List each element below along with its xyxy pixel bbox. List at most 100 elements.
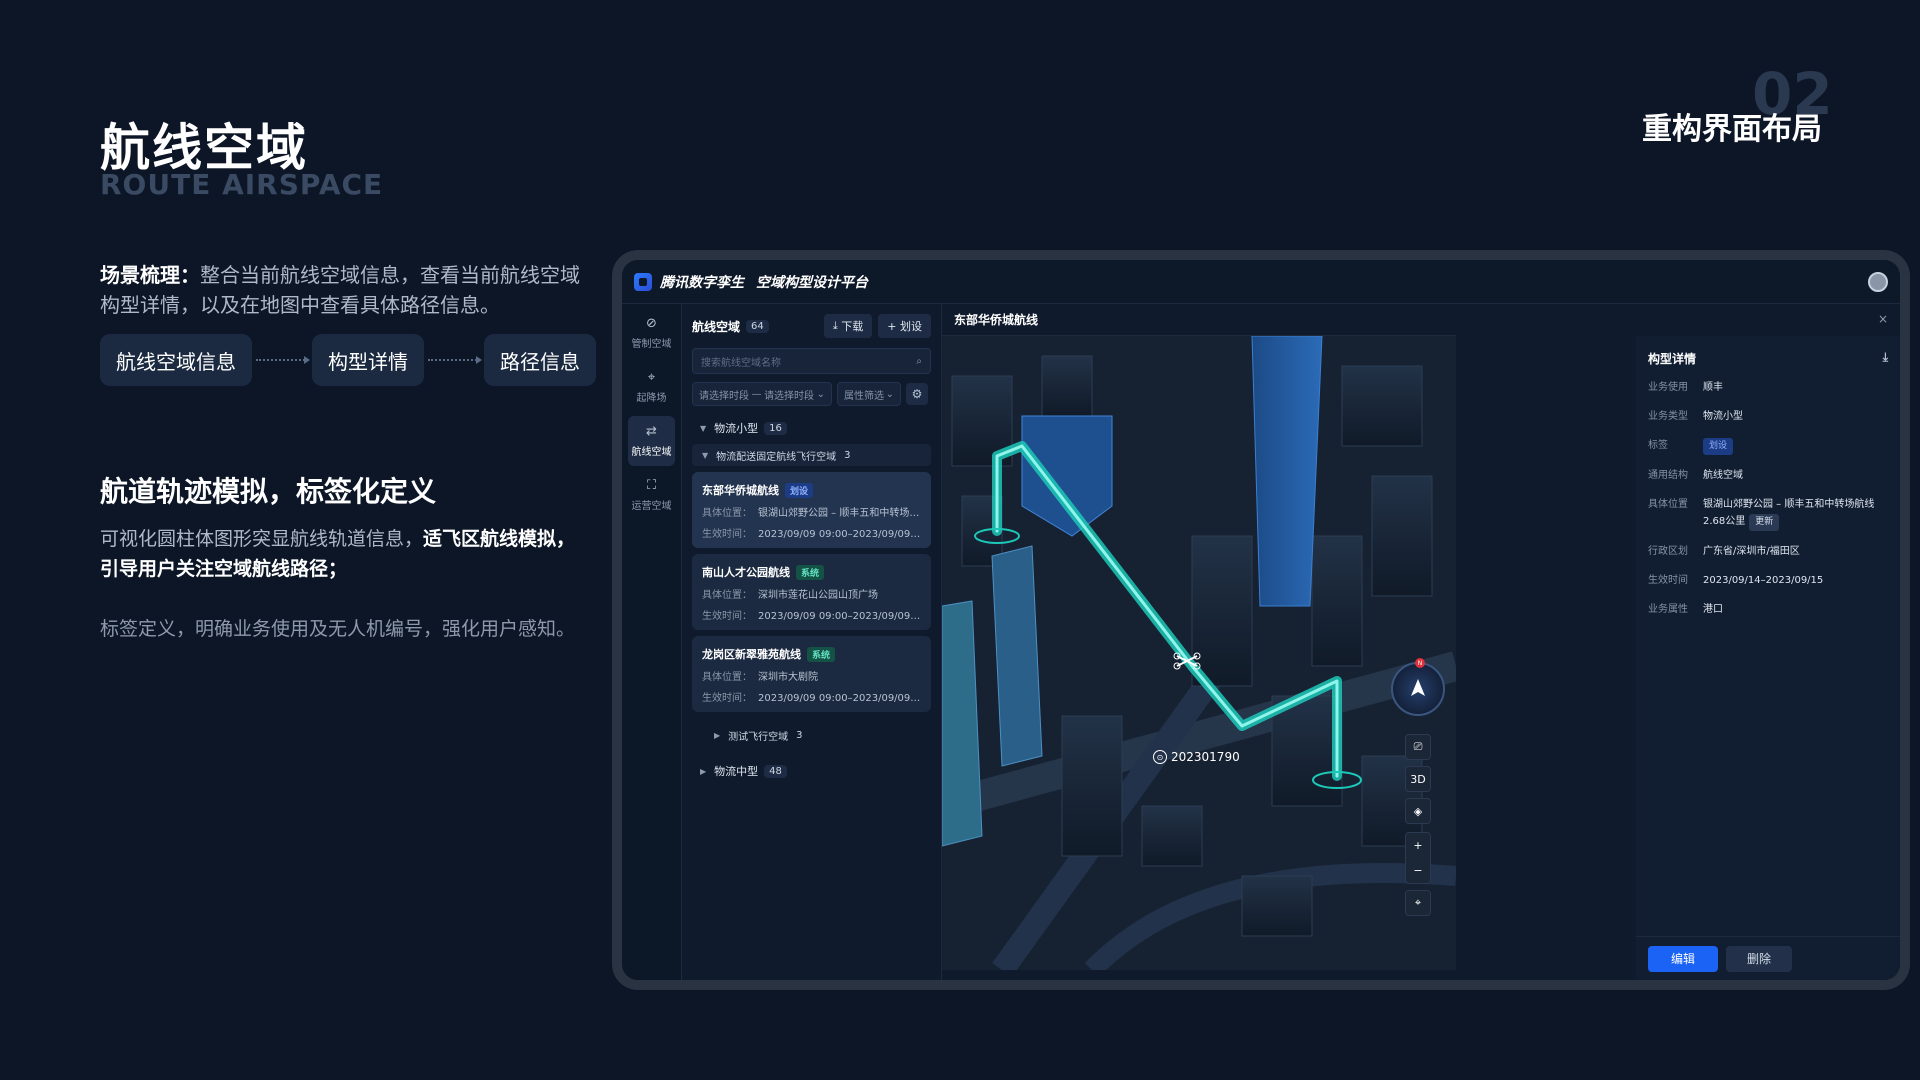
detail-key: 标签 — [1648, 440, 1668, 451]
route-list-panel: 航线空域 64 ⤓ 下载 + 划设 搜索航线空域名称 ⌕ 请选择时段 — 请选择… — [682, 304, 942, 980]
no-entry-icon: ⊘ — [646, 316, 657, 331]
step-config-detail: 构型详情 — [312, 334, 424, 386]
detail-tag: 划设 — [1703, 438, 1734, 455]
caret-right-icon: ▶ — [714, 731, 721, 740]
detail-key: 行政区划 — [1648, 546, 1688, 557]
avatar[interactable] — [1868, 272, 1888, 292]
nav-operation-airspace[interactable]: ⛶ 运营空域 — [628, 470, 675, 520]
mouse-mode-icon[interactable]: ⎚ — [1405, 734, 1431, 760]
detail-key: 业务属性 — [1648, 604, 1688, 615]
flow-steps: 航线空域信息 构型详情 路径信息 — [100, 334, 596, 386]
section2-title: 航道轨迹模拟，标签化定义 — [100, 475, 437, 508]
route-card[interactable]: 龙岗区新翠雅苑航线 系统 具体位置： 深圳市大剧院 生效时间： 2023/09/09 … — [692, 636, 931, 712]
delete-button[interactable]: 删除 — [1726, 945, 1792, 972]
group-label: 物流小型 — [714, 422, 759, 435]
subgroup-count: 3 — [796, 730, 803, 741]
subgroup-count: 3 — [844, 449, 851, 461]
group-count: 16 — [764, 421, 787, 435]
zoom-out-button[interactable]: − — [1413, 864, 1422, 877]
card-time: 2023/09/09 09:00–2023/09/09 19:00 — [758, 693, 921, 704]
time-range-select[interactable]: 请选择时段 — 请选择时段 ⌄ — [692, 382, 832, 406]
update-button[interactable]: 更新 — [1749, 514, 1780, 531]
caret-right-icon: ▶ — [700, 766, 707, 776]
detail-row: 行政区划 广东省/深圳市/福田区 — [1648, 543, 1888, 560]
detail-key: 具体位置 — [1648, 499, 1688, 510]
edit-button[interactable]: 编辑 — [1648, 945, 1718, 972]
layers-icon[interactable]: ◈ — [1405, 798, 1431, 824]
detail-value: 物流小型 — [1703, 411, 1743, 422]
download-icon: ⤓ — [832, 319, 842, 332]
nav-takeoff-site[interactable]: ⌖ 起降场 — [628, 362, 675, 412]
nav-route-airspace[interactable]: ⇄ 航线空域 — [628, 416, 675, 466]
card-loc-key: 具体位置： — [702, 672, 752, 683]
device-frame: 腾讯数字孪生 空域构型设计平台 ⊘ 管制空域 ⌖ 起降场 ⇄ 航线空域 ⛶ 运营空域 航… — [612, 250, 1910, 990]
detail-key: 业务使用 — [1648, 382, 1688, 393]
compass-icon[interactable]: N — [1391, 658, 1445, 716]
subgroup-label: 测试飞行空域 — [728, 732, 789, 743]
page-subtitle: ROUTE AIRSPACE — [100, 168, 384, 201]
zoom-in-button[interactable]: + — [1413, 839, 1422, 852]
tree-subgroup-test[interactable]: ▶ 测试飞行空域 3 — [692, 728, 931, 743]
route-card[interactable]: 南山人才公园航线 系统 具体位置： 深圳市莲花山公园山顶广场 生效时间： 2023/0… — [692, 554, 931, 630]
close-icon[interactable]: × — [1878, 312, 1888, 326]
attr-filter-label: 属性筛选 — [844, 390, 884, 402]
nav-controlled-airspace[interactable]: ⊘ 管制空域 — [628, 308, 675, 358]
plan-button[interactable]: + 划设 — [878, 314, 931, 338]
detail-key: 生效时间 — [1648, 575, 1688, 586]
city-3d-scene — [942, 335, 1456, 978]
nav-label: 运营空域 — [631, 501, 672, 512]
tree-group-medium[interactable]: ▶ 物流中型 48 — [692, 761, 931, 781]
target-icon: ⌖ — [647, 370, 656, 385]
caret-down-icon: ▼ — [700, 423, 707, 433]
download-icon[interactable]: ⤓ — [1883, 350, 1888, 367]
list-count-badge: 64 — [746, 319, 769, 333]
map-canvas[interactable]: ⊙ 202301790 N ⎚ 3D ◈ + − ⌖ — [942, 335, 1456, 980]
drone-id-label[interactable]: ⊙ 202301790 — [1153, 750, 1240, 764]
drone-badge-icon: ⊙ — [1153, 750, 1167, 764]
download-label: 下载 — [841, 320, 864, 333]
zoom-control: + − — [1405, 832, 1431, 884]
chevron-down-icon: ⌄ — [885, 388, 894, 400]
download-button[interactable]: ⤓ 下载 — [823, 314, 873, 338]
locate-icon[interactable]: ⌖ — [1405, 890, 1431, 916]
platform-name: 空域构型设计平台 — [756, 274, 868, 291]
detail-row: 通用结构 航线空域 — [1648, 467, 1888, 484]
detail-title: 构型详情 — [1648, 352, 1697, 366]
app-topbar: 腾讯数字孪生 空域构型设计平台 — [622, 260, 1900, 304]
card-title: 东部华侨城航线 — [702, 484, 779, 497]
detail-body: 构型详情 ⤓ 业务使用 顺丰 业务类型 物流小型 标签 划设 通用结构 航线空域 具体位… — [1636, 336, 1900, 980]
group-label: 物流中型 — [714, 765, 759, 778]
card-loc: 深圳市大剧院 — [758, 672, 818, 683]
map-title: 东部华侨城航线 — [942, 304, 1456, 336]
detail-value: 航线空域 — [1703, 470, 1743, 481]
search-input[interactable]: 搜索航线空域名称 ⌕ — [692, 348, 931, 374]
drone-id: 202301790 — [1171, 750, 1240, 764]
para1-plain: 可视化圆柱体图形突显航线轨道信息， — [100, 528, 424, 550]
tree-subgroup-fixed-route[interactable]: ▼ 物流配送固定航线飞行空域 3 — [692, 444, 931, 466]
list-title: 航线空域 — [692, 319, 741, 334]
settings-gear-icon[interactable]: ⚙ — [906, 383, 928, 405]
detail-row: 业务属性 港口 — [1648, 601, 1888, 618]
group-count: 48 — [764, 764, 787, 778]
frame-icon: ⛶ — [646, 478, 657, 493]
search-icon: ⌕ — [916, 355, 922, 367]
step-route-info: 航线空域信息 — [100, 334, 252, 386]
nav-label: 管制空域 — [631, 339, 672, 350]
step-path-info: 路径信息 — [484, 334, 596, 386]
route-card[interactable]: 东部华侨城航线划设 具体位置：银湖山郊野公园 – 顺丰五和中转场航线2.... … — [692, 472, 931, 548]
card-time: 2023/09/09 09:00–2023/09/09 19:00 — [758, 611, 921, 622]
attr-filter-select[interactable]: 属性筛选 ⌄ — [837, 382, 901, 406]
brand-name: 腾讯数字孪生 — [660, 274, 744, 291]
tree-group-small[interactable]: ▼ 物流小型 16 — [692, 418, 931, 438]
swap-icon: ⇄ — [646, 424, 657, 439]
view-3d-button[interactable]: 3D — [1405, 766, 1431, 792]
detail-value: 广东省/深圳市/福田区 — [1703, 546, 1800, 557]
detail-value: 港口 — [1703, 604, 1723, 615]
detail-row: 业务类型 物流小型 — [1648, 408, 1888, 425]
detail-value: 银湖山郊野公园 – 顺丰五和中转场航线2.68公里 — [1703, 499, 1875, 527]
search-placeholder: 搜索航线空域名称 — [701, 357, 781, 369]
map-view[interactable]: 东部华侨城航线 ⊙ 202301790 N ⎚ 3D ◈ + − ⌖ — [942, 304, 1456, 980]
detail-footer: 编辑 删除 — [1636, 936, 1900, 980]
card-tag: 系统 — [807, 646, 836, 662]
filter-row: 请选择时段 — 请选择时段 ⌄ 属性筛选 ⌄ ⚙ — [692, 382, 931, 406]
